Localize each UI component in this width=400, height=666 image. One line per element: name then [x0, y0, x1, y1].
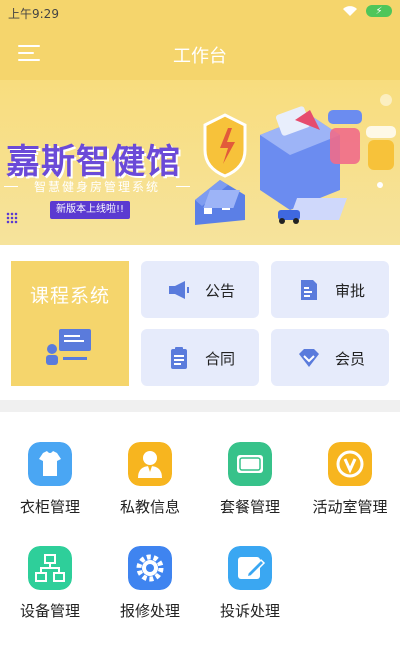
- battery-charging-icon: ⚡: [366, 5, 392, 17]
- package-icon: [228, 442, 272, 486]
- feature-wardrobe[interactable]: 衣柜管理: [0, 412, 100, 516]
- announcement-button[interactable]: 公告: [141, 261, 259, 318]
- contract-button[interactable]: 合同: [141, 329, 259, 386]
- status-icons: ⚡: [342, 5, 392, 17]
- diamond-icon: [299, 349, 319, 367]
- network-icon: [28, 546, 72, 590]
- edit-icon: [228, 546, 272, 590]
- contract-label: 合同: [205, 350, 236, 368]
- member-button[interactable]: 会员: [271, 329, 389, 386]
- quick-access: 课程系统 公告 审批 合同 会员: [0, 245, 400, 400]
- banner-title: 嘉斯智健馆: [6, 142, 181, 182]
- document-approval-icon: [301, 280, 317, 300]
- coach-icon: [128, 442, 172, 486]
- banner-badge: 新版本上线啦!!: [50, 201, 131, 219]
- feature-equipment[interactable]: 设备管理: [0, 516, 100, 620]
- feature-label: 活动室管理: [312, 498, 388, 516]
- feature-label: 投诉处理: [219, 602, 280, 620]
- section-divider: [0, 400, 400, 412]
- clothes-icon: [28, 442, 72, 486]
- feature-label: 衣柜管理: [19, 498, 80, 516]
- status-time: 上午9:29: [8, 7, 59, 21]
- page-title: 工作台: [173, 46, 227, 67]
- feature-activity-room[interactable]: 活动室管理: [300, 412, 400, 516]
- wifi-icon: [343, 6, 357, 16]
- feature-label: 套餐管理: [219, 498, 280, 516]
- banner-subtitle: 智慧健身房管理系统: [4, 178, 190, 195]
- clipboard-icon: [171, 347, 187, 369]
- approval-button[interactable]: 审批: [271, 261, 389, 318]
- badge-v-icon: [328, 442, 372, 486]
- megaphone-icon: [169, 281, 189, 299]
- feature-grid: 衣柜管理 私教信息 套餐管理 活动室管理 设备管理 报修处理 投诉处理: [0, 412, 400, 666]
- banner-dots-decoration: [6, 212, 18, 224]
- member-label: 会员: [335, 350, 366, 368]
- course-system-label: 课程系统: [29, 285, 110, 307]
- announcement-label: 公告: [205, 282, 236, 300]
- feature-label: 私教信息: [119, 498, 180, 516]
- app-header: 工作台: [0, 26, 400, 80]
- approval-label: 审批: [335, 282, 366, 300]
- feature-repair[interactable]: 报修处理: [100, 516, 200, 620]
- gear-icon: [128, 546, 172, 590]
- feature-coach[interactable]: 私教信息: [100, 412, 200, 516]
- course-system-card[interactable]: 课程系统: [11, 261, 129, 386]
- feature-complaint[interactable]: 投诉处理: [200, 516, 300, 620]
- presentation-board-icon: [46, 329, 91, 365]
- feature-label: 报修处理: [119, 602, 180, 620]
- status-bar: 上午9:29 ⚡: [0, 0, 400, 26]
- gym-illustration: [195, 94, 396, 225]
- feature-label: 设备管理: [19, 602, 80, 620]
- promo-banner[interactable]: 嘉斯智健馆 智慧健身房管理系统 新版本上线啦!!: [0, 80, 400, 245]
- feature-package[interactable]: 套餐管理: [200, 412, 300, 516]
